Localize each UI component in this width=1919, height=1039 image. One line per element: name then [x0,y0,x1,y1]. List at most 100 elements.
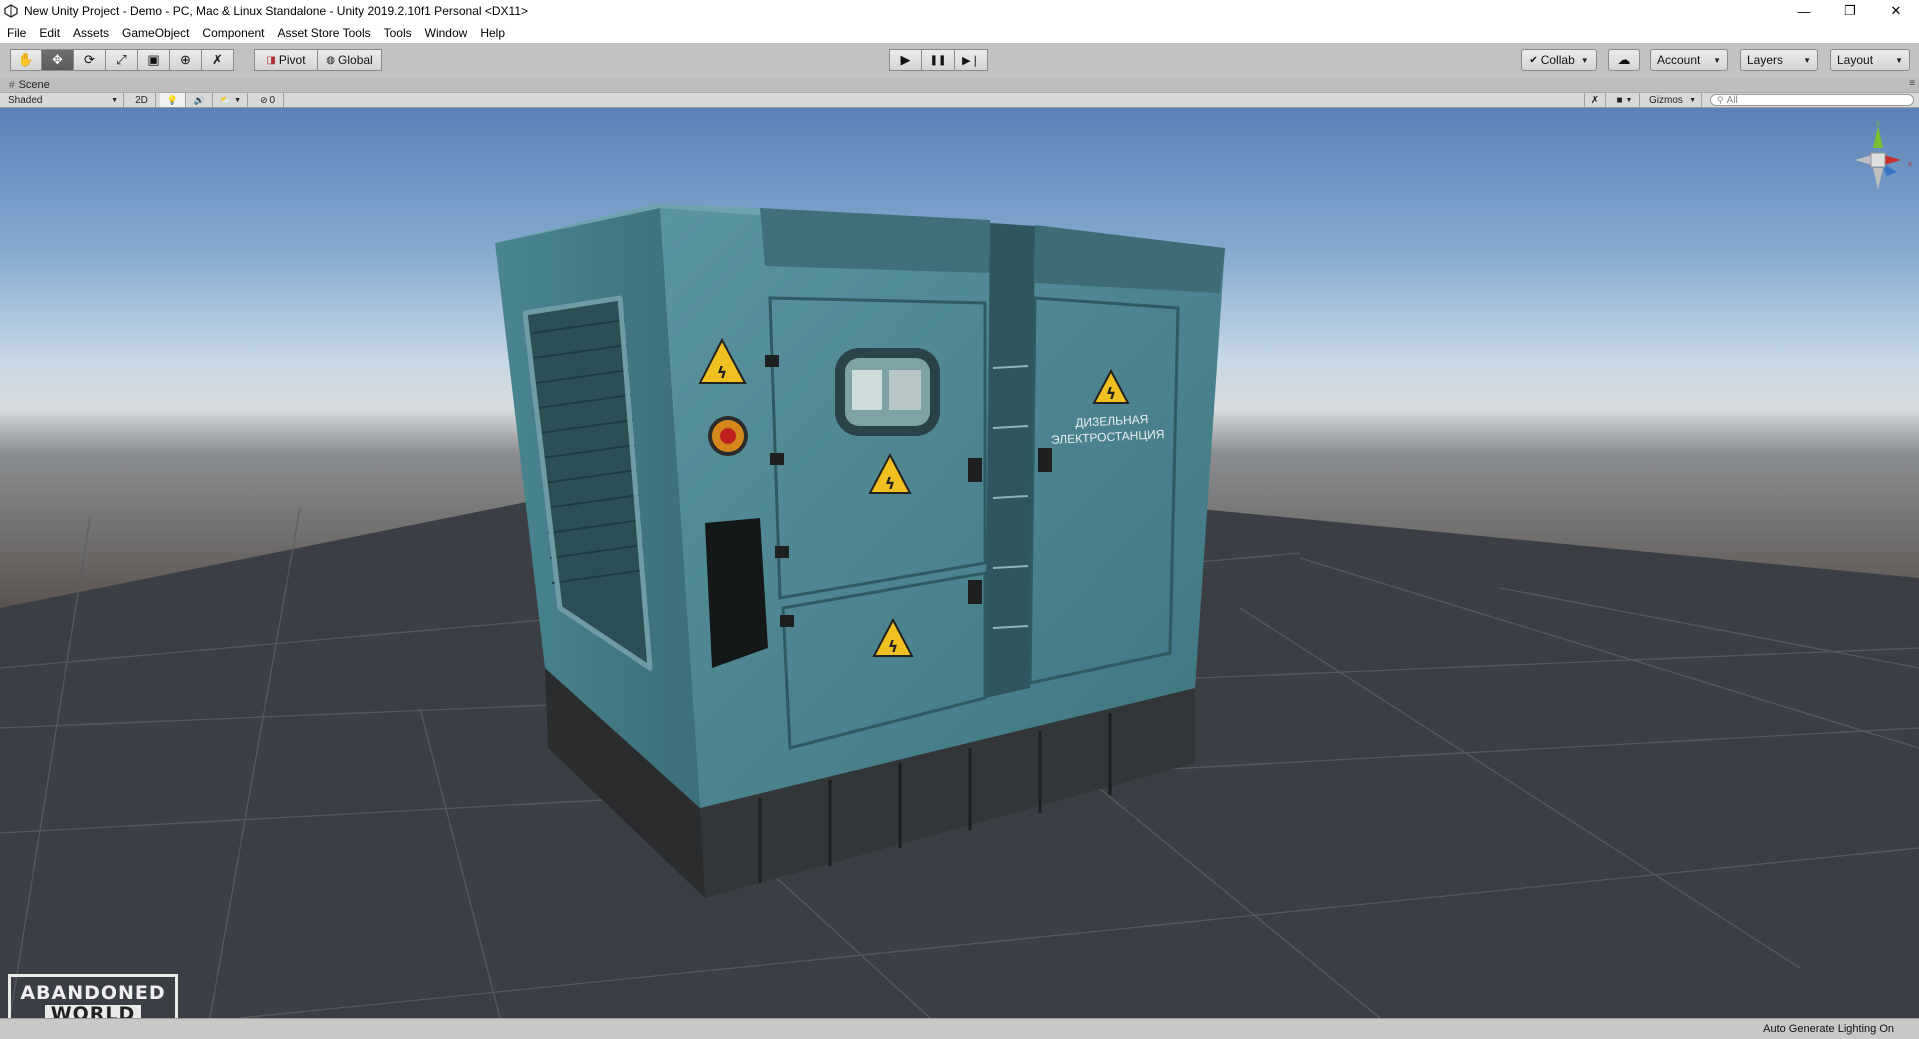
play-button[interactable]: ▶ [889,49,922,71]
shading-mode-dropdown[interactable]: Shaded ▼ [0,93,124,107]
rotate-tool-icon: ⟳ [84,52,95,67]
minimize-button[interactable]: — [1781,0,1827,22]
close-button[interactable]: ✕ [1873,0,1919,22]
svg-text:ϟ: ϟ [888,637,899,656]
pivot-toggle[interactable]: ◨ Pivot [254,49,318,71]
scale-tool-icon: ⤢ [116,52,127,67]
eye-slash-icon: ⊘ [259,94,268,105]
transform-tools: ✋ ✥ ⟳ ⤢ ▣ ⊕ ✗ [10,49,234,71]
menu-assets[interactable]: Assets [73,26,109,40]
rotate-tool-button[interactable]: ⟳ [74,49,106,71]
unity-logo-icon [4,4,18,18]
collab-label: Collab [1540,53,1575,67]
menu-edit[interactable]: Edit [39,26,60,40]
status-text: Auto Generate Lighting On [1763,1023,1894,1035]
hand-tool-icon: ✋ [17,52,35,67]
menu-bar: File Edit Assets GameObject Component As… [0,22,1919,43]
play-icon: ▶ [900,52,911,67]
status-bar: Auto Generate Lighting On [0,1018,1919,1039]
chevron-down-icon: ▼ [1895,55,1903,65]
collab-dropdown[interactable]: ✔ Collab ▼ [1521,49,1597,71]
scene-control-bar: Shaded ▼ 2D 💡 🔊 ⛅ ▼ ⊘ 0 ✗ ■ ▼ Gizmos ▼ ⚲… [0,92,1919,108]
pivot-icon: ◨ [266,54,276,66]
hidden-objects-toggle[interactable]: ⊘ 0 [252,93,284,107]
orientation-gizmo-icon[interactable]: y x [1843,118,1913,208]
window-title-bar: New Unity Project - Demo - PC, Mac & Lin… [0,0,1919,22]
tab-scene-label: Scene [18,79,50,91]
scene-tab-bar: # Scene ≡ [0,78,1919,92]
menu-tools[interactable]: Tools [384,26,412,40]
hidden-count: 0 [269,94,276,106]
scene-render: ϟ ϟ ϟ ϟ ДИЗЕЛЬНАЯ ЭЛЕКТРОСТАНЦИЯ [0,108,1919,1018]
menu-gameobject[interactable]: GameObject [122,26,189,40]
tab-menu-icon[interactable]: ≡ [1909,78,1915,89]
logo-line-1: ABANDONED [20,982,166,1004]
2d-toggle[interactable]: 2D [128,93,156,107]
search-placeholder: All [1726,94,1738,106]
menu-help[interactable]: Help [480,26,505,40]
layers-dropdown[interactable]: Layers ▼ [1740,49,1818,71]
global-toggle[interactable]: ◍ Global [318,49,382,71]
chevron-down-icon: ▼ [1713,55,1721,65]
scene-viewport[interactable]: ϟ ϟ ϟ ϟ ДИЗЕЛЬНАЯ ЭЛЕКТРОСТАНЦИЯ y x ABA… [0,108,1919,1018]
tab-scene[interactable]: # Scene [0,79,50,91]
step-icon: ▶❘ [962,54,980,67]
effects-icon: ⛅ [219,94,232,105]
account-group: Account ▼ [1650,49,1728,71]
chevron-down-icon: ▼ [234,96,242,104]
audio-toggle[interactable]: 🔊 [187,93,213,107]
transform-tool-icon: ⊕ [180,52,191,67]
window-title: New Unity Project - Demo - PC, Mac & Lin… [24,4,529,18]
chevron-down-icon: ▼ [111,96,118,104]
menu-window[interactable]: Window [425,26,468,40]
chevron-down-icon: ▼ [1580,55,1589,65]
cloud-button[interactable]: ☁ [1608,49,1640,71]
scale-tool-button[interactable]: ⤢ [106,49,138,71]
account-label: Account [1657,53,1701,67]
svg-text:x: x [1908,160,1912,168]
global-label: Global [338,53,373,67]
pivot-label: Pivot [278,53,306,67]
camera-dropdown[interactable]: ■ ▼ [1610,93,1640,107]
svg-text:ϟ: ϟ [885,474,896,493]
logo-line-2: WORLD [44,1005,142,1018]
grid-icon: # [9,79,15,91]
chevron-down-icon: ▼ [1689,96,1696,104]
step-button[interactable]: ▶❘ [955,49,988,71]
chevron-down-icon: ▼ [1625,96,1633,104]
search-icon: ⚲ [1717,94,1724,105]
check-circle-icon: ✔ [1529,54,1538,66]
layout-label: Layout [1837,53,1874,67]
pivot-global-group: ◨ Pivot ◍ Global [254,49,382,71]
move-tool-button[interactable]: ✥ [42,49,74,71]
collab-group: ✔ Collab ▼ [1521,49,1597,71]
menu-asset-store-tools[interactable]: Asset Store Tools [277,26,370,40]
transform-tool-button[interactable]: ⊕ [170,49,202,71]
menu-file[interactable]: File [7,26,26,40]
hierarchy-search-input[interactable]: ⚲ All [1710,94,1914,106]
layout-dropdown[interactable]: Layout ▼ [1830,49,1910,71]
pause-button[interactable]: ❚❚ [922,49,955,71]
layers-label: Layers [1747,53,1784,67]
tools-toggle[interactable]: ✗ [1584,93,1606,107]
pause-icon: ❚❚ [929,54,947,66]
gizmos-dropdown[interactable]: Gizmos ▼ [1644,93,1702,107]
globe-icon: ◍ [326,54,336,66]
lighting-toggle[interactable]: 💡 [160,93,186,107]
camera-icon: ■ [1616,94,1623,106]
menu-component[interactable]: Component [202,26,264,40]
move-tool-icon: ✥ [52,52,63,67]
light-bulb-icon: 💡 [166,94,179,105]
svg-text:ϟ: ϟ [1106,384,1117,403]
effects-dropdown[interactable]: ⛅ ▼ [214,93,248,107]
chevron-down-icon: ▼ [1803,55,1811,65]
cloud-group: ☁ [1608,49,1640,71]
svg-text:ϟ: ϟ [717,363,728,382]
rect-tool-button[interactable]: ▣ [138,49,170,71]
hand-tool-button[interactable]: ✋ [10,49,42,71]
gizmos-label: Gizmos [1649,94,1683,106]
layers-group: Layers ▼ [1740,49,1818,71]
account-dropdown[interactable]: Account ▼ [1650,49,1728,71]
custom-tool-button[interactable]: ✗ [202,49,234,71]
maximize-button[interactable]: ❐ [1827,0,1873,22]
